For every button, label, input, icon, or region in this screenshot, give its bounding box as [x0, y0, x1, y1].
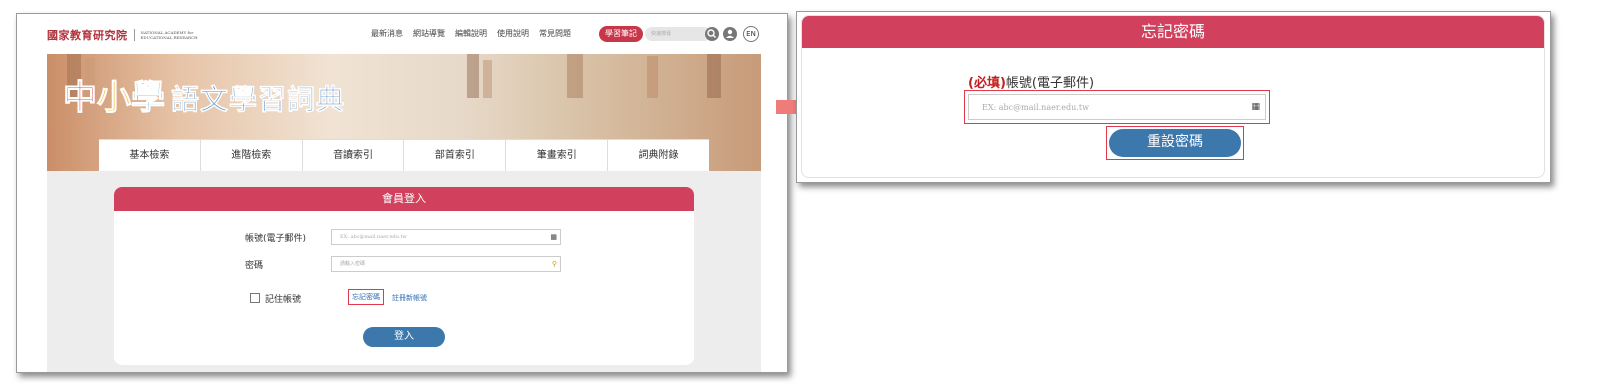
logo-text-zh: 國家教育研究院 — [47, 29, 128, 42]
site-logo[interactable]: 國家教育研究院 NATIONAL ACADEMY for EDUCATIONAL… — [47, 27, 203, 43]
email-card-icon: ▦ — [550, 233, 557, 241]
search-input[interactable]: 快速搜尋 — [645, 27, 711, 41]
register-link[interactable]: 註冊新帳號 — [392, 293, 427, 303]
tab-advanced-search[interactable]: 進階檢索 — [201, 140, 303, 171]
account-input[interactable]: EX: abc@mail.naer.edu.tw ▦ — [331, 229, 561, 245]
logo-divider — [133, 29, 135, 41]
tab-stroke-index[interactable]: 筆畫索引 — [506, 140, 609, 171]
nav-item-faq[interactable]: 常見問題 — [539, 28, 571, 39]
nav-item-usage[interactable]: 使用說明 — [497, 28, 529, 39]
search-tabs: 基本檢索 進階檢索 音讀索引 部首索引 筆畫索引 詞典附錄 — [99, 139, 709, 171]
tab-basic-search[interactable]: 基本檢索 — [99, 140, 201, 171]
main-nav: 最新消息 網站導覽 編輯說明 使用說明 常見問題 — [371, 28, 571, 39]
password-input[interactable]: 請輸入密碼 ⚲ — [331, 256, 561, 272]
tab-appendix[interactable]: 詞典附錄 — [608, 140, 709, 171]
login-button[interactable]: 登入 — [363, 327, 445, 347]
email-field-label: (必填)帳號(電子郵件) — [968, 72, 1094, 91]
nav-item-news[interactable]: 最新消息 — [371, 28, 403, 39]
top-bar: 國家教育研究院 NATIONAL ACADEMY for EDUCATIONAL… — [17, 14, 787, 54]
key-icon: ⚲ — [551, 260, 557, 268]
hero-title-char-2: 小 — [97, 78, 132, 119]
forgot-password-card: 忘記密碼 (必填)帳號(電子郵件) EX: abc@mail.naer.edu.… — [801, 15, 1545, 178]
account-placeholder: EX: abc@mail.naer.edu.tw — [340, 234, 407, 240]
remember-account-label: 記住帳號 — [265, 295, 302, 305]
nav-item-sitemap[interactable]: 網站導覽 — [413, 28, 445, 39]
login-card: 會員登入 帳號(電子郵件) EX: abc@mail.naer.edu.tw ▦… — [114, 187, 694, 365]
password-placeholder: 請輸入密碼 — [340, 261, 366, 267]
hero-title-char-3: 學 — [131, 78, 166, 119]
tab-pronunciation-index[interactable]: 音讀索引 — [303, 140, 405, 171]
login-page-screenshot: 國家教育研究院 NATIONAL ACADEMY for EDUCATIONAL… — [16, 13, 788, 373]
hero-title: 中 小 學 語文學習詞典 — [63, 70, 345, 119]
logo-text-en: NATIONAL ACADEMY for EDUCATIONAL RESEARC… — [141, 30, 203, 40]
password-label: 密碼 — [245, 261, 264, 271]
email-field-highlight: EX: abc@mail.naer.edu.tw ▦ — [964, 90, 1270, 124]
nav-item-editorial[interactable]: 編輯說明 — [455, 28, 487, 39]
forgot-password-screenshot: 忘記密碼 (必填)帳號(電子郵件) EX: abc@mail.naer.edu.… — [796, 11, 1551, 183]
forgot-password-link[interactable]: 忘記密碼 — [348, 289, 384, 305]
email-field[interactable]: EX: abc@mail.naer.edu.tw ▦ — [968, 94, 1266, 120]
account-label: 帳號(電子郵件) — [245, 234, 307, 244]
tab-radical-index[interactable]: 部首索引 — [404, 140, 507, 171]
reset-password-button[interactable]: 重設密碼 — [1109, 129, 1241, 157]
hero-title-char-1: 中 — [63, 78, 98, 119]
email-card-icon: ▦ — [1251, 102, 1260, 112]
hero-subtitle: 語文學習詞典 — [171, 83, 346, 117]
language-toggle-button[interactable]: EN — [743, 26, 759, 42]
forgot-password-title: 忘記密碼 — [802, 16, 1544, 48]
logo-en-line2: EDUCATIONAL RESEARCH — [140, 35, 198, 40]
login-title: 會員登入 — [114, 187, 694, 211]
user-icon[interactable] — [723, 27, 737, 41]
search-icon[interactable] — [705, 27, 719, 41]
remember-account-checkbox[interactable] — [250, 293, 260, 303]
reset-button-highlight: 重設密碼 — [1106, 126, 1244, 160]
account-label-text: 帳號(電子郵件) — [1005, 76, 1095, 91]
required-tag: (必填) — [968, 76, 1006, 91]
nav-item-study-notes[interactable]: 學習筆記 — [599, 26, 643, 42]
email-placeholder: EX: abc@mail.naer.edu.tw — [982, 103, 1089, 112]
